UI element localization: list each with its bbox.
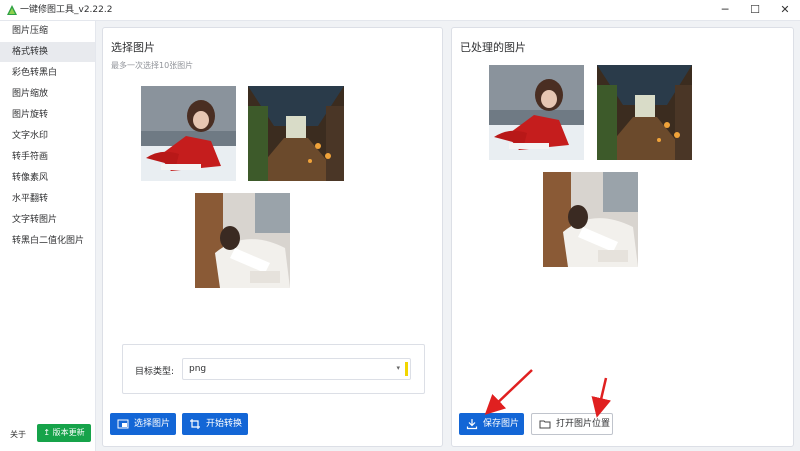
- start-convert-button[interactable]: 开始转换: [182, 413, 248, 435]
- processed-image-thumbnail[interactable]: [489, 65, 584, 160]
- processed-images-panel: 已处理的图片 保存图片 打开图片位置: [451, 27, 794, 447]
- sidebar-item-color-to-bw[interactable]: 彩色转黑白: [0, 63, 95, 83]
- sidebar-item-format-convert[interactable]: 格式转换: [0, 42, 95, 62]
- target-type-box: 目标类型: png ▾: [122, 344, 425, 394]
- panel-title: 选择图片: [111, 41, 155, 54]
- app-logo-icon: [7, 5, 17, 15]
- about-link[interactable]: 关于: [10, 429, 26, 440]
- title-bar: 一键修图工具_v2.22.2 ─ ☐ ✕: [0, 0, 800, 21]
- sidebar: 图片压缩 格式转换 彩色转黑白 图片缩放 图片旋转 文字水印 转手符画 转像素风…: [0, 21, 96, 451]
- target-type-select[interactable]: png ▾: [182, 358, 411, 380]
- maximize-button[interactable]: ☐: [740, 0, 770, 20]
- minimize-button[interactable]: ─: [710, 0, 740, 20]
- target-type-label: 目标类型:: [135, 367, 175, 377]
- sidebar-item-resize[interactable]: 图片缩放: [0, 84, 95, 104]
- sidebar-item-pixel-style[interactable]: 转像素风: [0, 168, 95, 188]
- target-type-value: png: [189, 364, 207, 374]
- select-images-button[interactable]: 选择图片: [110, 413, 176, 435]
- image-thumbnail[interactable]: [141, 86, 236, 181]
- window-title: 一键修图工具_v2.22.2: [20, 5, 113, 15]
- select-accent-bar: [405, 362, 408, 376]
- close-button[interactable]: ✕: [770, 0, 800, 20]
- select-images-label: 选择图片: [134, 419, 171, 429]
- select-images-panel: 选择图片 最多一次选择10张图片 目标类型: png ▾ 选择图片 开始转换: [102, 27, 443, 447]
- open-image-location-label: 打开图片位置: [556, 419, 611, 429]
- sidebar-item-rotate[interactable]: 图片旋转: [0, 105, 95, 125]
- panel-title: 已处理的图片: [460, 41, 526, 54]
- sidebar-item-compress[interactable]: 图片压缩: [0, 21, 95, 41]
- image-thumbnail[interactable]: [195, 193, 290, 288]
- folder-icon: [539, 420, 551, 429]
- start-convert-label: 开始转换: [206, 419, 243, 429]
- processed-image-thumbnail[interactable]: [597, 65, 692, 160]
- sidebar-item-text-watermark[interactable]: 文字水印: [0, 126, 95, 146]
- panel-subtitle: 最多一次选择10张图片: [111, 61, 194, 70]
- open-image-location-button[interactable]: 打开图片位置: [531, 413, 613, 435]
- sidebar-item-char-art[interactable]: 转手符画: [0, 147, 95, 167]
- update-button-label: 版本更新: [52, 428, 85, 437]
- image-icon: [117, 419, 129, 429]
- sidebar-item-binarize[interactable]: 转黑白二值化图片: [0, 231, 95, 251]
- image-thumbnail[interactable]: [248, 86, 344, 181]
- download-icon: [466, 419, 478, 430]
- update-icon: ↥: [43, 428, 53, 437]
- chevron-down-icon: ▾: [396, 364, 400, 372]
- save-images-label: 保存图片: [483, 419, 520, 429]
- save-images-button[interactable]: 保存图片: [459, 413, 524, 435]
- update-button[interactable]: ↥ 版本更新: [37, 424, 91, 442]
- sidebar-item-horizontal-flip[interactable]: 水平翻转: [0, 189, 95, 209]
- crop-icon: [190, 419, 200, 429]
- processed-image-thumbnail[interactable]: [543, 172, 638, 267]
- sidebar-item-text-to-image[interactable]: 文字转图片: [0, 210, 95, 230]
